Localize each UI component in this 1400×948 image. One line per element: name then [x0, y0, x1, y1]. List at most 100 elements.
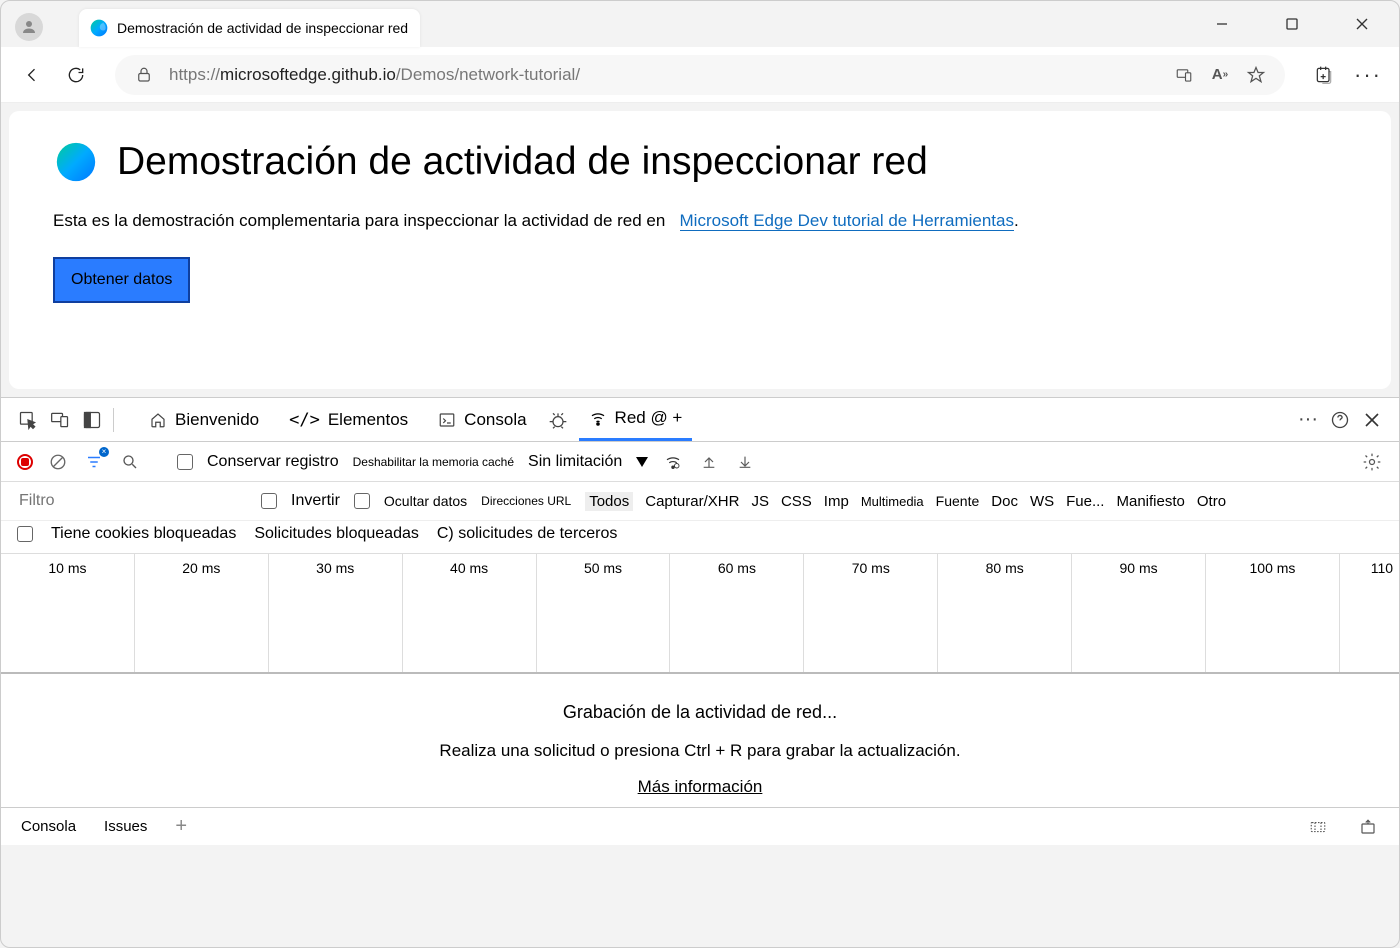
- filter-row-2: Tiene cookies bloqueadas Solicitudes blo…: [1, 521, 1399, 554]
- timeline-tick: 50 ms: [536, 554, 670, 672]
- blocked-req-label: Solicitudes bloqueadas: [254, 525, 419, 543]
- recording-message: Grabación de la actividad de red... Real…: [1, 674, 1399, 807]
- wifi-settings-icon[interactable]: [662, 451, 684, 473]
- window-controls: [1199, 9, 1385, 39]
- download-icon[interactable]: [734, 451, 756, 473]
- filter-input[interactable]: [17, 488, 247, 514]
- clear-icon[interactable]: [47, 451, 69, 473]
- filter-icon[interactable]: ×: [83, 451, 105, 473]
- type-doc[interactable]: Doc: [991, 493, 1018, 510]
- get-data-button[interactable]: Obtener datos: [53, 257, 190, 303]
- chevron-down-icon[interactable]: [636, 457, 648, 467]
- computed-icon[interactable]: [1307, 816, 1329, 838]
- type-fetch[interactable]: Capturar/XHR: [645, 493, 739, 510]
- url-text: https://microsoftedge.github.io/Demos/ne…: [169, 65, 1159, 85]
- type-img[interactable]: Imp: [824, 493, 849, 510]
- preserve-log-label: Conservar registro: [207, 453, 339, 471]
- device-icon[interactable]: [1173, 64, 1195, 86]
- edge-logo-icon: [53, 139, 99, 185]
- tab-title: Demostración de actividad de inspecciona…: [117, 20, 408, 36]
- timeline-tick: 80 ms: [937, 554, 1071, 672]
- drawer-issues[interactable]: Issues: [104, 818, 147, 835]
- timeline-tick: 110: [1339, 554, 1399, 672]
- minimize-button[interactable]: [1199, 9, 1245, 39]
- more-tabs-button[interactable]: ···: [1297, 409, 1319, 431]
- preserve-log-checkbox[interactable]: [177, 454, 193, 470]
- drawer-tabs: Consola Issues +: [1, 807, 1399, 845]
- back-button[interactable]: [21, 64, 43, 86]
- edge-logo-icon: [89, 18, 109, 38]
- recording-hint: Realiza una solicitud o presiona Ctrl + …: [1, 741, 1399, 761]
- settings-icon[interactable]: [1361, 451, 1383, 473]
- blocked-cookies-checkbox[interactable]: [17, 526, 33, 542]
- type-font[interactable]: Fuente: [936, 493, 980, 509]
- hide-data-label: Ocultar datos: [384, 493, 467, 509]
- menu-button[interactable]: ···: [1357, 64, 1379, 86]
- blocked-cookies-label: Tiene cookies bloqueadas: [51, 525, 236, 543]
- tab-network[interactable]: Red @ +: [579, 398, 693, 441]
- page-description: Esta es la demostración complementaria p…: [53, 211, 1347, 231]
- timeline-tick: 20 ms: [134, 554, 268, 672]
- devtools-panel: Bienvenido </> Elementos Consola Red @ +…: [1, 397, 1399, 845]
- add-drawer-icon[interactable]: +: [175, 815, 187, 838]
- resource-type-filters: Todos Capturar/XHR JS CSS Imp Multimedia…: [585, 492, 1226, 511]
- drawer-console[interactable]: Consola: [21, 818, 76, 835]
- lock-icon: [133, 64, 155, 86]
- timeline-tick: 60 ms: [669, 554, 803, 672]
- more-info-link[interactable]: Más información: [638, 777, 763, 797]
- filter-row: Invertir Ocultar datos Direcciones URL T…: [1, 482, 1399, 521]
- hide-data-checkbox[interactable]: [354, 493, 370, 509]
- page-title: Demostración de actividad de inspecciona…: [117, 140, 928, 184]
- favorite-icon[interactable]: [1245, 64, 1267, 86]
- profile-avatar[interactable]: [15, 13, 43, 41]
- tutorial-link[interactable]: Microsoft Edge Dev tutorial de Herramien…: [680, 211, 1014, 231]
- record-button[interactable]: [17, 454, 33, 470]
- upload-icon[interactable]: [698, 451, 720, 473]
- tab-elements[interactable]: </> Elementos: [279, 398, 418, 441]
- invert-label: Invertir: [291, 492, 340, 510]
- timeline-tick: 30 ms: [268, 554, 402, 672]
- browser-tab[interactable]: Demostración de actividad de inspecciona…: [79, 9, 420, 47]
- throttle-select[interactable]: Sin limitación: [528, 453, 622, 471]
- refresh-button[interactable]: [65, 64, 87, 86]
- type-manifest[interactable]: Manifiesto: [1116, 493, 1184, 510]
- timeline-tick: 70 ms: [803, 554, 937, 672]
- collections-icon[interactable]: [1313, 64, 1335, 86]
- timeline-tick: 10 ms: [1, 554, 134, 672]
- type-all[interactable]: Todos: [585, 492, 633, 511]
- type-js[interactable]: JS: [751, 493, 769, 510]
- type-ws[interactable]: WS: [1030, 493, 1054, 510]
- bug-icon[interactable]: [547, 409, 569, 431]
- type-css[interactable]: CSS: [781, 493, 812, 510]
- type-media[interactable]: Multimedia: [861, 494, 924, 509]
- device-toggle-icon[interactable]: [49, 409, 71, 431]
- search-icon[interactable]: [119, 451, 141, 473]
- read-aloud-icon[interactable]: A»: [1209, 64, 1231, 86]
- inspect-icon[interactable]: [17, 409, 39, 431]
- third-party-label: C) solicitudes de terceros: [437, 525, 618, 543]
- help-icon[interactable]: [1329, 409, 1351, 431]
- tab-console[interactable]: Consola: [428, 398, 536, 441]
- tab-welcome[interactable]: Bienvenido: [139, 398, 269, 441]
- close-devtools-button[interactable]: [1361, 409, 1383, 431]
- expand-drawer-icon[interactable]: [1357, 816, 1379, 838]
- type-other[interactable]: Otro: [1197, 493, 1226, 510]
- network-toolbar: × Conservar registro Deshabilitar la mem…: [1, 442, 1399, 482]
- dock-icon[interactable]: [81, 409, 103, 431]
- disable-cache-label: Deshabilitar la memoria caché: [353, 455, 514, 469]
- recording-title: Grabación de la actividad de red...: [1, 702, 1399, 723]
- window-titlebar: Demostración de actividad de inspecciona…: [1, 1, 1399, 47]
- invert-checkbox[interactable]: [261, 493, 277, 509]
- timeline-tick: 90 ms: [1071, 554, 1205, 672]
- address-bar[interactable]: https://microsoftedge.github.io/Demos/ne…: [115, 55, 1285, 95]
- type-fue[interactable]: Fue...: [1066, 493, 1104, 510]
- page-content: Demostración de actividad de inspecciona…: [9, 111, 1391, 389]
- close-button[interactable]: [1339, 9, 1385, 39]
- addr-url-label: Direcciones URL: [481, 494, 571, 508]
- timeline-tick: 100 ms: [1205, 554, 1339, 672]
- browser-toolbar: https://microsoftedge.github.io/Demos/ne…: [1, 47, 1399, 103]
- devtools-tabs: Bienvenido </> Elementos Consola Red @ +…: [1, 398, 1399, 442]
- maximize-button[interactable]: [1269, 9, 1315, 39]
- timeline[interactable]: 10 ms 20 ms 30 ms 40 ms 50 ms 60 ms 70 m…: [1, 554, 1399, 674]
- timeline-tick: 40 ms: [402, 554, 536, 672]
